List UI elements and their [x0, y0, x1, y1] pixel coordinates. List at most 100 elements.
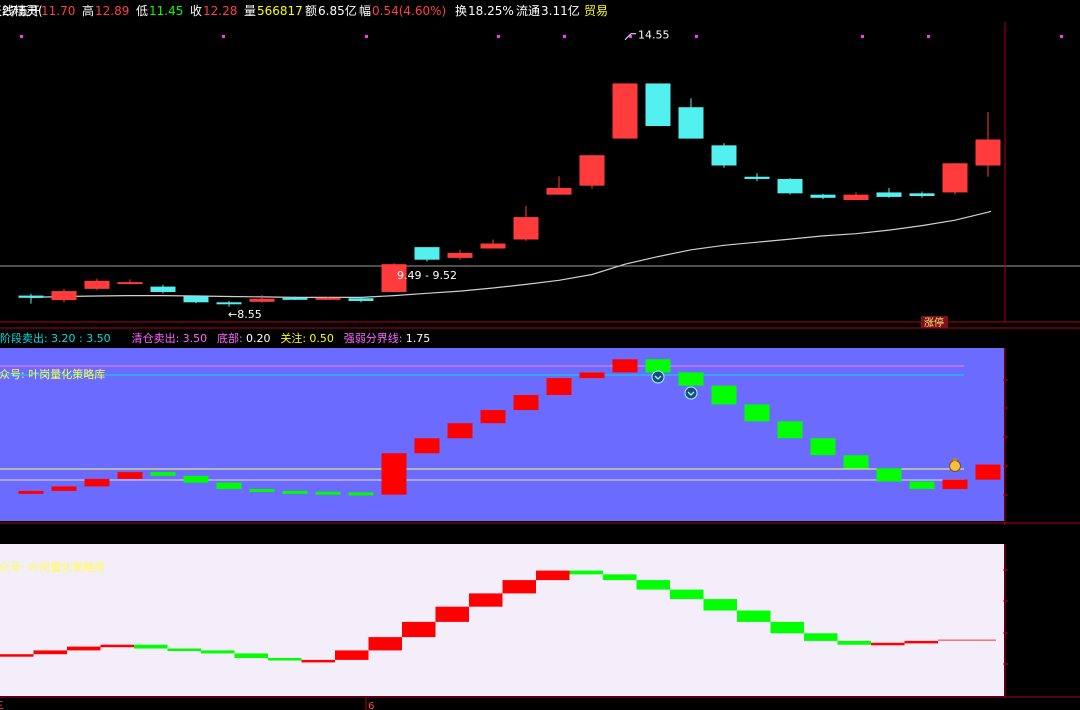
- candle-body: [117, 282, 143, 285]
- info-value: 12.28: [203, 4, 237, 18]
- info-key: 流通: [516, 4, 540, 18]
- signal-dot: [563, 35, 566, 38]
- info-value: 11.70: [41, 4, 75, 18]
- indicator-bar: [282, 490, 308, 494]
- info-value: 3.11亿: [541, 3, 580, 18]
- legend-value: 3.20 : 3.50: [51, 332, 111, 345]
- candle-body: [348, 298, 374, 301]
- indicator-bar: [84, 478, 110, 487]
- candle-body: [414, 247, 440, 260]
- trend-bar: [737, 610, 771, 622]
- trend-bar: [134, 644, 168, 649]
- candle-body: [183, 296, 209, 303]
- trend-bar: [469, 593, 503, 607]
- trend-bar: [536, 570, 570, 581]
- trend-bar: [770, 621, 804, 634]
- indicator-bar: [249, 489, 275, 493]
- info-key: 高: [82, 3, 94, 18]
- indicator-bar: [315, 491, 341, 495]
- candle-body: [711, 145, 737, 166]
- trend-bar: [0, 654, 34, 657]
- trend-bar: [603, 574, 637, 581]
- candle-body: [579, 155, 605, 186]
- money-bag-knot: [953, 458, 957, 461]
- indicator-bar: [711, 385, 737, 405]
- signal-dot: [1060, 35, 1063, 38]
- indicator-bar: [513, 395, 539, 411]
- candle-body: [216, 302, 242, 305]
- indicator-bar: [546, 378, 572, 396]
- candle-body: [546, 187, 572, 195]
- candle-body: [678, 107, 704, 139]
- sell-signal-icon: [651, 370, 665, 384]
- candle-body: [249, 298, 275, 302]
- info-value: 18.25%: [468, 4, 514, 18]
- info-bar: 天线精灵(27五开11.70高12.89低11.45收12.28量566817额…: [0, 3, 1063, 38]
- trend-bar: [368, 637, 402, 651]
- moving-average-line: [30, 210, 992, 298]
- trend-bar: [871, 642, 905, 646]
- candle-body: [480, 243, 506, 249]
- candle-body: [282, 297, 308, 300]
- low-label: ←8.55: [228, 308, 262, 321]
- trend-bar: [335, 650, 369, 660]
- info-value: 0.54(4.60%): [372, 4, 446, 18]
- indicator-panel-2[interactable]: 公众号: 叶岗量化策略库: [0, 544, 1080, 698]
- indicator-bar: [645, 359, 671, 373]
- indicator-bar: [942, 479, 968, 490]
- legend-key: 阶段卖出:: [0, 331, 48, 345]
- indicator-bar: [744, 404, 770, 422]
- candle-body: [51, 291, 77, 301]
- money-bag-icon: [949, 460, 961, 472]
- indicator-legend: 阶段卖出: 3.20 : 3.50 清仓卖出: 3.50 底部: 0.20 关注: 0.50 强…: [0, 331, 430, 345]
- trend-bar: [100, 644, 134, 648]
- indicator-panel-1[interactable]: 公众号: 叶岗量化策略库: [0, 348, 1080, 525]
- candlestick-panel[interactable]: 14.55 9.49 - 9.52 ←8.55 涨停: [0, 22, 1080, 329]
- indicator-bar: [381, 453, 407, 495]
- signal-dot: [20, 35, 23, 38]
- trend-bar: [804, 633, 838, 641]
- info-value: 11.45: [149, 4, 183, 18]
- trend-bar: [201, 650, 235, 654]
- info-key: 额: [305, 4, 317, 18]
- indicator-bar: [183, 475, 209, 483]
- trend-bar: [569, 570, 603, 575]
- indicator-bar: [51, 486, 77, 491]
- candle-body: [975, 139, 1001, 166]
- chart-canvas: 天线精灵(27五开11.70高12.89低11.45收12.28量566817额…: [0, 3, 1080, 710]
- watermark-text: 公众号: 叶岗量化策略库: [0, 560, 105, 574]
- indicator-bar: [876, 468, 902, 482]
- info-value: 6.85亿: [318, 3, 357, 18]
- legend-key: 强弱分界线:: [344, 331, 403, 345]
- indicator-bar: [579, 372, 605, 379]
- candle-body: [843, 194, 869, 201]
- indicator-bar: [216, 482, 242, 490]
- candle-body: [18, 295, 44, 298]
- candle-body: [810, 194, 836, 198]
- legend-key: 关注:: [280, 331, 306, 345]
- x-axis: 6三: [0, 697, 374, 710]
- sector-tag: 贸易: [584, 4, 608, 18]
- candle-body: [612, 83, 638, 139]
- indicator-bar: [480, 410, 506, 424]
- candle-body: [942, 163, 968, 193]
- chart-window: 天线精灵(27五开11.70高12.89低11.45收12.28量566817额…: [0, 0, 1080, 710]
- trend-bar: [234, 653, 268, 658]
- legend-value: 1.75: [406, 332, 431, 345]
- indicator-bar: [777, 421, 803, 439]
- trend-bar: [502, 580, 536, 594]
- trend-bar: [837, 640, 871, 645]
- indicator-bar: [414, 438, 440, 454]
- candle-body: [876, 192, 902, 197]
- candle-body: [744, 176, 770, 179]
- indicator-bar: [975, 464, 1001, 480]
- high-label: 14.55: [638, 29, 670, 42]
- date-label: 27五: [2, 4, 29, 18]
- indicator-bar: [447, 423, 473, 439]
- indicator-bar: [117, 472, 143, 479]
- info-value: 12.89: [95, 4, 129, 18]
- x-tick-label: 三: [0, 701, 4, 710]
- candle-body: [513, 217, 539, 240]
- trend-bar: [904, 640, 938, 644]
- panel-background: [0, 544, 1004, 696]
